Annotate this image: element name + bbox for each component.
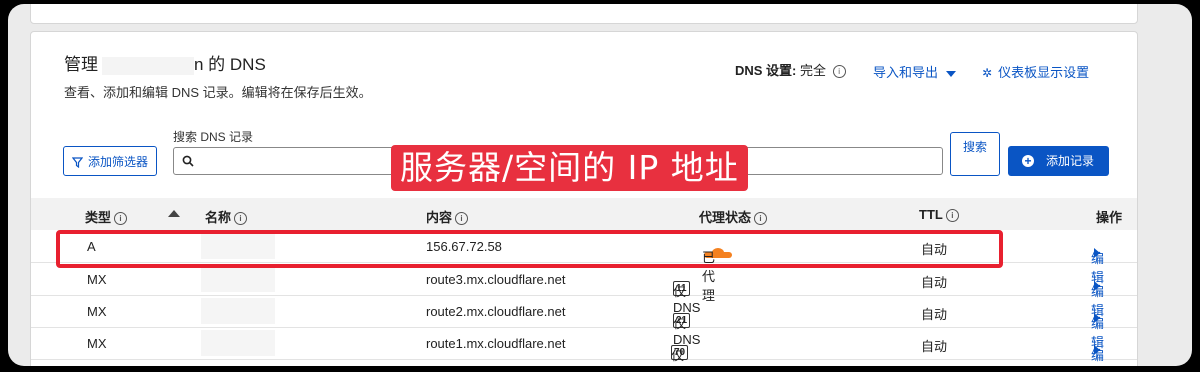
record-type: MX (87, 272, 107, 287)
header-proxy-status[interactable]: 代理状态 i (699, 207, 768, 226)
title-prefix: 管理 (64, 55, 98, 74)
info-icon: i (455, 212, 469, 226)
filter-icon (71, 157, 84, 169)
record-ttl: 自动 (921, 275, 948, 290)
record-ttl: 自动 (921, 339, 948, 354)
header-type[interactable]: 类型 i (85, 207, 128, 226)
info-icon: i (754, 212, 768, 226)
chevron-right-icon (1094, 248, 1100, 258)
record-content: route2.mx.cloudflare.net (426, 304, 566, 319)
dashboard-settings-label: 仪表板显示设置 (998, 65, 1090, 80)
dns-setting-label: DNS 设置: (735, 63, 797, 78)
info-icon: i (234, 212, 248, 226)
sort-ascending-icon[interactable] (168, 210, 180, 217)
add-record-button[interactable]: + 添加记录 (1008, 146, 1109, 176)
dns-setting-value: 完全 (800, 63, 827, 78)
redacted-domain (102, 56, 194, 75)
header-name[interactable]: 名称 i (205, 207, 248, 226)
import-export-menu[interactable]: 导入和导出 (873, 62, 957, 81)
title-suffix: n 的 DNS (194, 55, 266, 74)
header-content[interactable]: 内容 i (426, 207, 469, 226)
record-content: route3.mx.cloudflare.net (426, 272, 566, 287)
search-button[interactable]: 搜索 (950, 132, 1000, 176)
redacted-name (201, 266, 275, 292)
plus-icon: + (1022, 155, 1034, 167)
dashboard-settings-link[interactable]: ✲ 仪表板显示设置 (982, 62, 1089, 81)
search-label: 搜索 DNS 记录 (173, 130, 254, 144)
gear-icon: ✲ (982, 66, 993, 80)
header-proxy-label: 代理状态 (699, 210, 752, 225)
previous-card (30, 4, 1138, 24)
header-type-label: 类型 (85, 210, 112, 225)
table-header: 类型 i 名称 i 内容 i 代理状态 i TTL i 操作 (31, 198, 1137, 230)
header-actions: 操作 (1096, 210, 1123, 225)
info-icon: i (945, 209, 959, 223)
add-filter-button[interactable]: 添加筛选器 (63, 146, 157, 176)
table-row: MX route2.mx.cloudflare.net 21 仅 DNS 自动 编… (31, 295, 1137, 350)
header-ttl[interactable]: TTL i (919, 207, 959, 223)
proxy-status-label: 仅 DNS (671, 348, 698, 366)
record-content: route1.mx.cloudflare.net (426, 336, 566, 351)
header-ttl-label: TTL (919, 207, 943, 222)
header-name-label: 名称 (205, 210, 232, 225)
screenshot-frame: 管理 n 的 DNS 查看、添加和编辑 DNS 记录。编辑将在保存后生效。 DNS… (8, 4, 1192, 366)
info-icon[interactable]: i (832, 65, 846, 79)
search-icon (182, 155, 194, 167)
page-title: 管理 n 的 DNS (64, 50, 266, 75)
record-type: MX (87, 336, 107, 351)
redacted-name (201, 330, 275, 356)
annotation-callout: 服务器/空间的 IP 地址 (391, 145, 748, 191)
add-record-label: 添加记录 (1046, 154, 1095, 168)
import-export-label: 导入和导出 (873, 65, 939, 80)
header-content-label: 内容 (426, 210, 453, 225)
filter-label: 添加筛选器 (87, 155, 148, 169)
dns-management-card: 管理 n 的 DNS 查看、添加和编辑 DNS 记录。编辑将在保存后生效。 DNS… (30, 31, 1138, 366)
chevron-right-icon (1094, 281, 1100, 291)
info-icon: i (114, 212, 128, 226)
highlight-box (56, 230, 1003, 268)
chevron-right-icon (1094, 345, 1100, 355)
redacted-name (201, 298, 275, 324)
table-row: MX route1.mx.cloudflare.net 70仅 DNS 自动 编… (31, 327, 1137, 366)
page-subtitle: 查看、添加和编辑 DNS 记录。编辑将在保存后生效。 (64, 85, 372, 100)
chevron-right-icon (1094, 313, 1100, 323)
dns-setting: DNS 设置: 完全 i (735, 60, 846, 79)
caret-down-icon (946, 70, 957, 77)
record-ttl: 自动 (921, 307, 948, 322)
record-type: MX (87, 304, 107, 319)
